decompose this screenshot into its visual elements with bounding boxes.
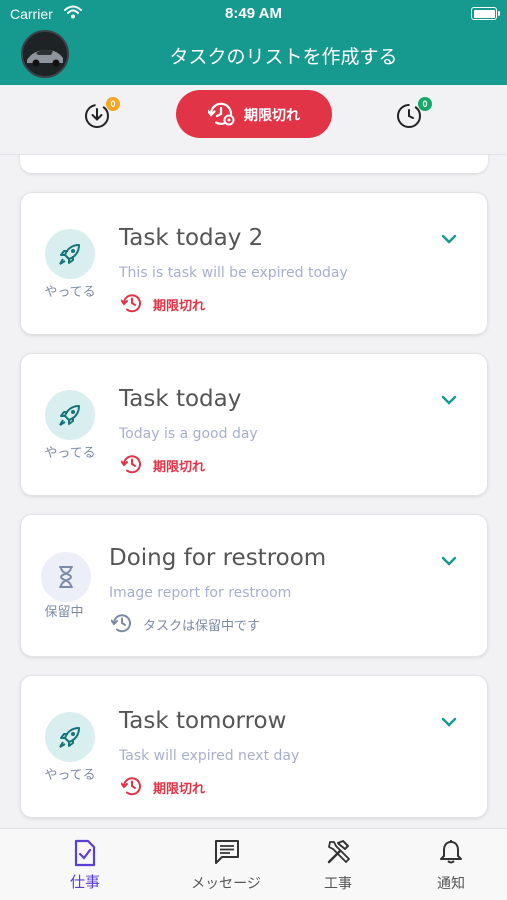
todo-count-badge: 0 (106, 97, 120, 111)
task-status-text: 期限切れ (153, 460, 206, 475)
tab-work[interactable]: 仕事 (35, 839, 135, 895)
task-description: Today is a good day (119, 426, 258, 442)
tab-construction[interactable]: 工事 (288, 839, 388, 895)
rocket-icon (59, 405, 80, 426)
task-check-icon (73, 839, 97, 871)
filter-expired-button[interactable]: 期限切れ (176, 90, 332, 138)
state-label: やってる (44, 768, 96, 783)
task-status-text: 期限切れ (153, 782, 206, 797)
task-description: Image report for restroom (109, 585, 292, 601)
filter-todo-button[interactable]: 0 (83, 97, 120, 134)
state-doing-badge (45, 712, 95, 762)
state-label: やってる (44, 446, 96, 461)
task-list[interactable]: やってる Task today 2 This is task will be e… (0, 155, 507, 828)
rocket-icon (59, 727, 80, 748)
task-card[interactable]: やってる Task today 2 This is task will be e… (20, 192, 488, 335)
task-status-text: 期限切れ (153, 299, 206, 314)
task-card[interactable]: 保留中 Doing for restroom Image report for … (20, 514, 488, 657)
status-time: 8:49 AM (225, 5, 282, 22)
task-title: Doing for restroom (109, 545, 327, 571)
state-doing-badge (45, 390, 95, 440)
history-icon (120, 776, 143, 800)
task-title: Task tomorrow (119, 708, 287, 734)
state-doing-badge (45, 229, 95, 279)
chevron-down-icon[interactable] (441, 390, 457, 409)
app-header: Carrier 8:49 AM タスクのリストを作成する (0, 0, 507, 85)
tab-label: 工事 (324, 876, 352, 892)
history-icon (120, 454, 143, 478)
chevron-down-icon[interactable] (441, 229, 457, 248)
battery-icon (471, 7, 500, 20)
tab-notifications[interactable]: 通知 (401, 839, 501, 895)
expired-filter-label: 期限切れ (244, 108, 300, 124)
tools-icon (326, 839, 352, 869)
chevron-down-icon[interactable] (441, 551, 457, 570)
tab-label: メッセージ (191, 876, 261, 892)
avatar[interactable] (21, 30, 69, 78)
tab-label: 通知 (437, 876, 465, 892)
state-hold-badge (41, 552, 91, 602)
page-title: タスクのリストを作成する (169, 46, 398, 68)
rocket-icon (59, 244, 80, 265)
task-description: Task will expired next day (119, 748, 300, 764)
task-description: This is task will be expired today (119, 265, 348, 281)
bell-icon (439, 839, 463, 869)
hourglass-icon (59, 566, 73, 588)
task-card[interactable]: やってる Task today Today is a good day 期限切れ (20, 353, 488, 496)
history-icon (120, 293, 143, 317)
list-item[interactable] (20, 155, 488, 173)
status-bar: Carrier 8:49 AM (0, 0, 507, 28)
message-icon (214, 839, 240, 869)
task-title: Task today (119, 386, 242, 412)
history-icon (110, 613, 133, 637)
task-card[interactable]: やってる Task tomorrow Task will expired nex… (20, 675, 488, 818)
tab-label: 仕事 (69, 873, 100, 891)
done-count-badge: 0 (418, 97, 432, 111)
bottom-tab-bar: 仕事 メッセージ 工事 通知 (0, 828, 507, 900)
filter-done-button[interactable]: 0 (395, 97, 432, 134)
state-label: 保留中 (44, 605, 84, 620)
tab-messages[interactable]: メッセージ (176, 839, 276, 895)
task-status-text: タスクは保留中です (143, 619, 261, 634)
task-title: Task today 2 (119, 225, 264, 251)
history-gear-icon (206, 101, 236, 131)
state-label: やってる (44, 285, 96, 300)
chevron-down-icon[interactable] (441, 712, 457, 731)
